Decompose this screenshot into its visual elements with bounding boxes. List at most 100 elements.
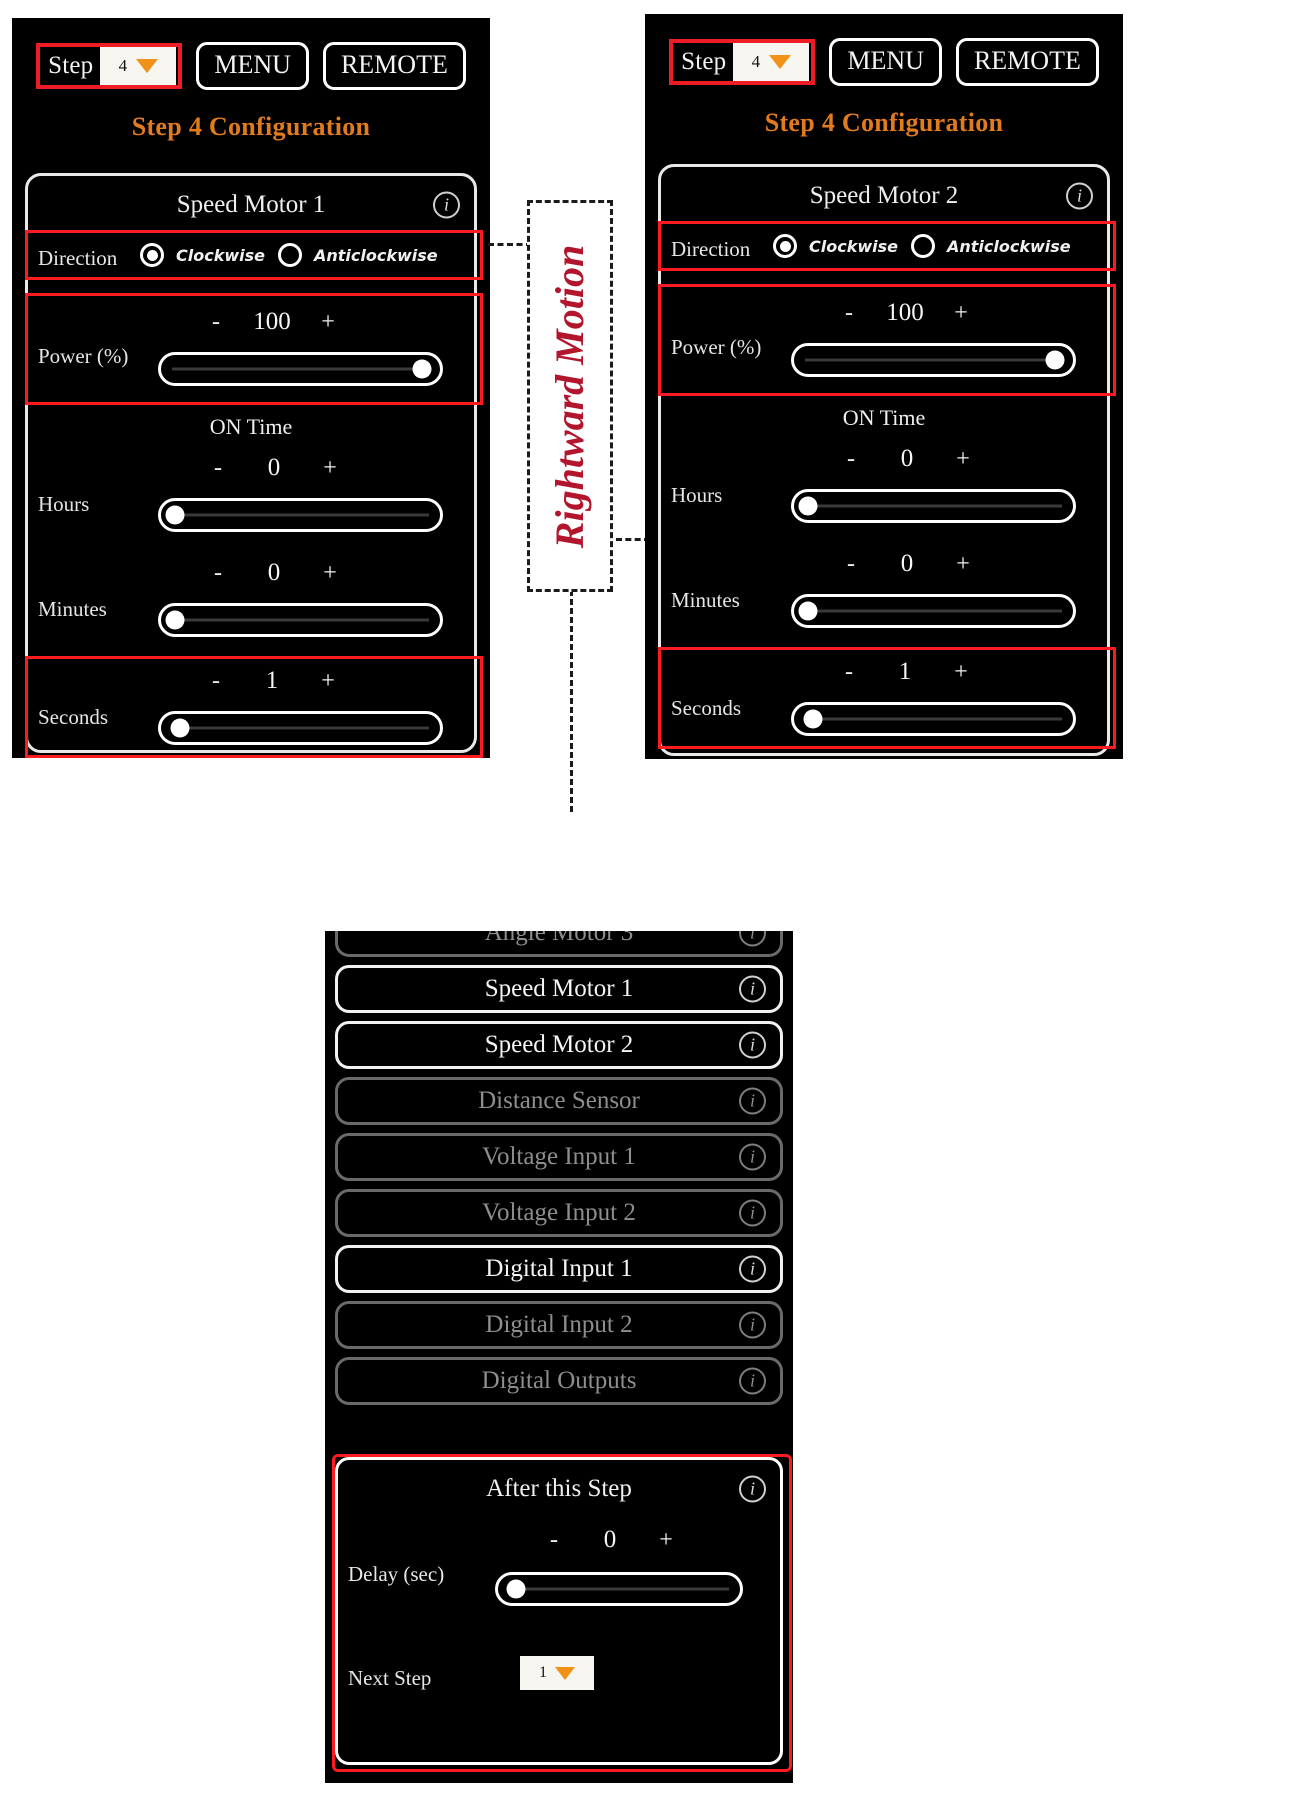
info-icon[interactable]: i bbox=[1066, 182, 1093, 210]
info-icon[interactable]: i bbox=[739, 1143, 766, 1171]
direction-anticlockwise-option[interactable]: Anticlockwise bbox=[278, 243, 438, 267]
direction-clockwise-option[interactable]: Clockwise bbox=[773, 234, 898, 258]
minutes-slider[interactable] bbox=[791, 594, 1076, 628]
power-label: Power (%) bbox=[38, 344, 129, 368]
module-list: Angle Motor 3 i Speed Motor 1 i Speed Motor … bbox=[335, 931, 783, 1413]
info-icon[interactable]: i bbox=[739, 1199, 766, 1227]
hours-increment-button[interactable]: + bbox=[943, 446, 983, 473]
radio-clockwise-icon[interactable] bbox=[773, 234, 797, 258]
hours-decrement-button[interactable]: - bbox=[198, 455, 238, 482]
power-decrement-button[interactable]: - bbox=[829, 300, 869, 327]
phone-panel-step-module-list: Angle Motor 3 i Speed Motor 1 i Speed Motor … bbox=[325, 931, 793, 1783]
info-icon[interactable]: i bbox=[739, 1311, 766, 1339]
info-icon[interactable]: i bbox=[739, 1475, 766, 1503]
delay-value: 0 bbox=[603, 1526, 617, 1553]
hours-increment-button[interactable]: + bbox=[310, 455, 350, 482]
hours-decrement-button[interactable]: - bbox=[831, 446, 871, 473]
info-icon[interactable]: i bbox=[433, 191, 460, 219]
minutes-decrement-button[interactable]: - bbox=[198, 560, 238, 587]
power-slider-knob[interactable] bbox=[1045, 350, 1065, 370]
delay-increment-button[interactable]: + bbox=[646, 1527, 686, 1554]
hours-slider[interactable] bbox=[791, 489, 1076, 523]
module-list-item[interactable]: Digital Input 2 i bbox=[335, 1301, 783, 1349]
delay-decrement-button[interactable]: - bbox=[534, 1527, 574, 1554]
hours-label: Hours bbox=[38, 492, 90, 516]
chevron-down-icon bbox=[769, 55, 792, 69]
module-list-item[interactable]: Speed Motor 1 i bbox=[335, 965, 783, 1013]
next-step-dropdown[interactable]: 1 bbox=[520, 1656, 594, 1690]
info-icon[interactable]: i bbox=[739, 931, 766, 947]
menu-button[interactable]: MENU bbox=[196, 42, 309, 90]
power-slider[interactable] bbox=[791, 343, 1076, 377]
hours-value: 0 bbox=[900, 445, 914, 472]
module-list-item[interactable]: Voltage Input 2 i bbox=[335, 1189, 783, 1237]
hours-slider-knob[interactable] bbox=[798, 496, 818, 516]
step-selector-group[interactable]: Step 4 bbox=[669, 39, 816, 85]
chevron-down-icon bbox=[136, 59, 159, 73]
direction-anticlockwise-option[interactable]: Anticlockwise bbox=[911, 234, 1071, 258]
step-selector-group[interactable]: Step 4 bbox=[36, 43, 183, 89]
minutes-slider-knob[interactable] bbox=[165, 610, 185, 630]
module-list-item[interactable]: Digital Outputs i bbox=[335, 1357, 783, 1405]
seconds-increment-button[interactable]: + bbox=[308, 668, 348, 695]
minutes-increment-button[interactable]: + bbox=[943, 551, 983, 578]
remote-button[interactable]: REMOTE bbox=[322, 42, 466, 90]
info-icon[interactable]: i bbox=[739, 1255, 766, 1283]
menu-button[interactable]: MENU bbox=[829, 38, 942, 86]
direction-label: Direction bbox=[38, 246, 118, 270]
minutes-slider[interactable] bbox=[158, 603, 443, 637]
on-time-label: ON Time bbox=[209, 414, 293, 439]
power-increment-button[interactable]: + bbox=[941, 300, 981, 327]
radio-anticlockwise-icon[interactable] bbox=[278, 243, 302, 267]
seconds-slider[interactable] bbox=[791, 702, 1076, 736]
page-title: Step 4 Configuration bbox=[764, 108, 1004, 137]
power-decrement-button[interactable]: - bbox=[196, 309, 236, 336]
seconds-row: Seconds - 1 + bbox=[658, 647, 1116, 749]
hours-slider-track bbox=[172, 513, 429, 517]
seconds-slider-track bbox=[805, 717, 1062, 721]
minutes-decrement-button[interactable]: - bbox=[831, 551, 871, 578]
module-list-item[interactable]: Distance Sensor i bbox=[335, 1077, 783, 1125]
seconds-decrement-button[interactable]: - bbox=[196, 668, 236, 695]
radio-anticlockwise-icon[interactable] bbox=[911, 234, 935, 258]
info-icon[interactable]: i bbox=[739, 1031, 766, 1059]
seconds-decrement-button[interactable]: - bbox=[829, 659, 869, 686]
power-stepper: - 100 + bbox=[196, 308, 348, 336]
radio-clockwise-icon[interactable] bbox=[140, 243, 164, 267]
delay-slider[interactable] bbox=[495, 1572, 743, 1606]
minutes-slider-knob[interactable] bbox=[798, 601, 818, 621]
remote-button[interactable]: REMOTE bbox=[955, 38, 1099, 86]
seconds-slider[interactable] bbox=[158, 711, 443, 745]
info-icon[interactable]: i bbox=[739, 1087, 766, 1115]
info-icon[interactable]: i bbox=[739, 1367, 766, 1395]
next-step-label: Next Step bbox=[348, 1666, 432, 1690]
info-icon[interactable]: i bbox=[739, 975, 766, 1003]
step-dropdown[interactable]: 4 bbox=[100, 47, 177, 85]
card-title: Speed Motor 1 bbox=[176, 191, 326, 218]
seconds-slider-knob[interactable] bbox=[170, 718, 190, 738]
step-dropdown-value: 4 bbox=[751, 52, 761, 71]
module-list-item[interactable]: Digital Input 1 i bbox=[335, 1245, 783, 1293]
power-increment-button[interactable]: + bbox=[308, 309, 348, 336]
module-list-item[interactable]: Voltage Input 1 i bbox=[335, 1133, 783, 1181]
minutes-label: Minutes bbox=[671, 588, 740, 612]
direction-clockwise-option[interactable]: Clockwise bbox=[140, 243, 265, 267]
module-list-item[interactable]: Speed Motor 2 i bbox=[335, 1021, 783, 1069]
step-dropdown[interactable]: 4 bbox=[733, 43, 810, 81]
seconds-increment-button[interactable]: + bbox=[941, 659, 981, 686]
module-list-item[interactable]: Angle Motor 3 i bbox=[335, 931, 783, 957]
power-slider[interactable] bbox=[158, 352, 443, 386]
module-list-item-label: Digital Input 2 bbox=[485, 1311, 633, 1338]
card-header: Speed Motor 1 i bbox=[28, 182, 474, 228]
after-this-step-card: After this Step i Delay (sec) - 0 + Next… bbox=[332, 1454, 792, 1772]
top-bar: Step 4 MENU REMOTE bbox=[12, 42, 490, 90]
hours-slider[interactable] bbox=[158, 498, 443, 532]
hours-slider-track bbox=[805, 504, 1062, 508]
delay-slider-knob[interactable] bbox=[506, 1579, 526, 1599]
seconds-slider-knob[interactable] bbox=[803, 709, 823, 729]
delay-label: Delay (sec) bbox=[348, 1562, 445, 1586]
hours-slider-knob[interactable] bbox=[165, 505, 185, 525]
power-slider-knob[interactable] bbox=[412, 359, 432, 379]
seconds-stepper: - 1 + bbox=[196, 667, 348, 695]
minutes-increment-button[interactable]: + bbox=[310, 560, 350, 587]
